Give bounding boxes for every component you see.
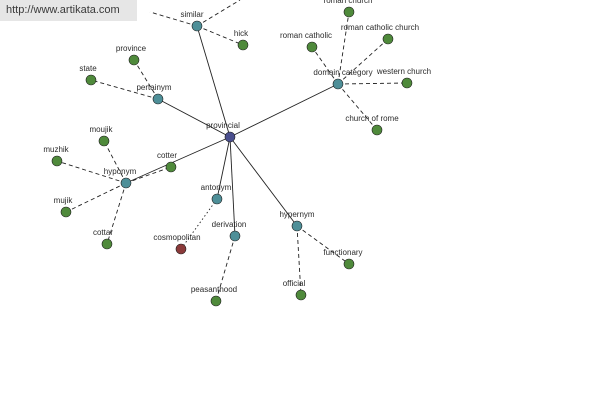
node-label-cotter[interactable]: cotter xyxy=(157,151,177,160)
edge-provincial-domain_category xyxy=(229,83,339,138)
node-cotter[interactable] xyxy=(165,161,177,173)
node-church-of-rome[interactable] xyxy=(371,124,383,136)
node-hick[interactable] xyxy=(237,39,249,51)
edge-domain_category-western_church xyxy=(337,82,408,85)
edges-layer xyxy=(56,11,408,302)
node-label-pertainym[interactable]: pertainym xyxy=(136,83,171,92)
node-label-church-of-rome[interactable]: church of rome xyxy=(345,114,399,123)
semantic-graph: provincial similar domain category pertainy… xyxy=(43,0,431,307)
node-label-official[interactable]: official xyxy=(283,279,306,288)
node-derivation[interactable] xyxy=(229,230,241,242)
node-label-functionary[interactable]: functionary xyxy=(323,248,362,257)
node-label-muzhik[interactable]: muzhik xyxy=(43,145,69,154)
node-provincial[interactable] xyxy=(224,131,236,143)
node-label-hyponym[interactable]: hyponym xyxy=(104,167,137,176)
node-label-derivation[interactable]: derivation xyxy=(212,220,247,229)
node-pertainym[interactable] xyxy=(152,93,164,105)
node-antonym[interactable] xyxy=(211,193,223,205)
node-label-cosmopolitan[interactable]: cosmopolitan xyxy=(153,233,200,242)
edge-domain_category-roman_catholic xyxy=(311,46,339,85)
node-label-roman-catholic[interactable]: roman catholic xyxy=(280,31,332,40)
node-functionary[interactable] xyxy=(343,258,355,270)
node-province[interactable] xyxy=(128,54,140,66)
node-western-church[interactable] xyxy=(401,77,413,89)
node-label-domain-category[interactable]: domain category xyxy=(313,68,372,77)
node-label-roman-catholic-church[interactable]: roman catholic church xyxy=(341,23,419,32)
node-label-roman-church[interactable]: roman church xyxy=(324,0,373,5)
node-label-peasanthood[interactable]: peasanthood xyxy=(191,285,237,294)
node-cosmopolitan[interactable] xyxy=(175,243,187,255)
edge-provincial-hyponym xyxy=(125,136,231,184)
node-peasanthood[interactable] xyxy=(210,295,222,307)
node-label-hick[interactable]: hick xyxy=(234,29,249,38)
node-official[interactable] xyxy=(295,289,307,301)
node-label-moujik[interactable]: moujik xyxy=(89,125,113,134)
node-similar[interactable] xyxy=(191,20,203,32)
node-domain-category[interactable] xyxy=(332,78,344,90)
edge-domain_category-church_of_rome xyxy=(337,83,378,131)
node-state[interactable] xyxy=(85,74,97,86)
site-url-watermark[interactable]: http://www.artikata.com xyxy=(0,0,137,21)
node-label-hypernym[interactable]: hypernym xyxy=(279,210,314,219)
edge-domain_category-roman_catholic_church xyxy=(337,38,389,85)
nodes-layer xyxy=(51,6,413,307)
node-hyponym[interactable] xyxy=(120,177,132,189)
edge-hyponym-moujik xyxy=(103,140,127,184)
node-label-provincial[interactable]: provincial xyxy=(206,121,240,130)
node-label-similar[interactable]: similar xyxy=(180,10,203,19)
node-mujik[interactable] xyxy=(60,206,72,218)
node-label-antonym[interactable]: antonym xyxy=(201,183,232,192)
node-label-western-church[interactable]: western church xyxy=(376,67,431,76)
edge-hyponym-mujik xyxy=(65,182,127,213)
node-moujik[interactable] xyxy=(98,135,110,147)
node-label-mujik[interactable]: mujik xyxy=(54,196,74,205)
node-label-state[interactable]: state xyxy=(79,64,97,73)
node-label-province[interactable]: province xyxy=(116,44,147,53)
node-roman-catholic[interactable] xyxy=(306,41,318,53)
edge-hypernym-functionary xyxy=(296,225,350,265)
node-hypernym[interactable] xyxy=(291,220,303,232)
node-label-cottar[interactable]: cottar xyxy=(93,228,113,237)
edge-provincial-pertainym xyxy=(157,98,231,138)
node-muzhik[interactable] xyxy=(51,155,63,167)
node-cottar[interactable] xyxy=(101,238,113,250)
node-roman-catholic-church[interactable] xyxy=(382,33,394,45)
node-roman-church[interactable] xyxy=(343,6,355,18)
